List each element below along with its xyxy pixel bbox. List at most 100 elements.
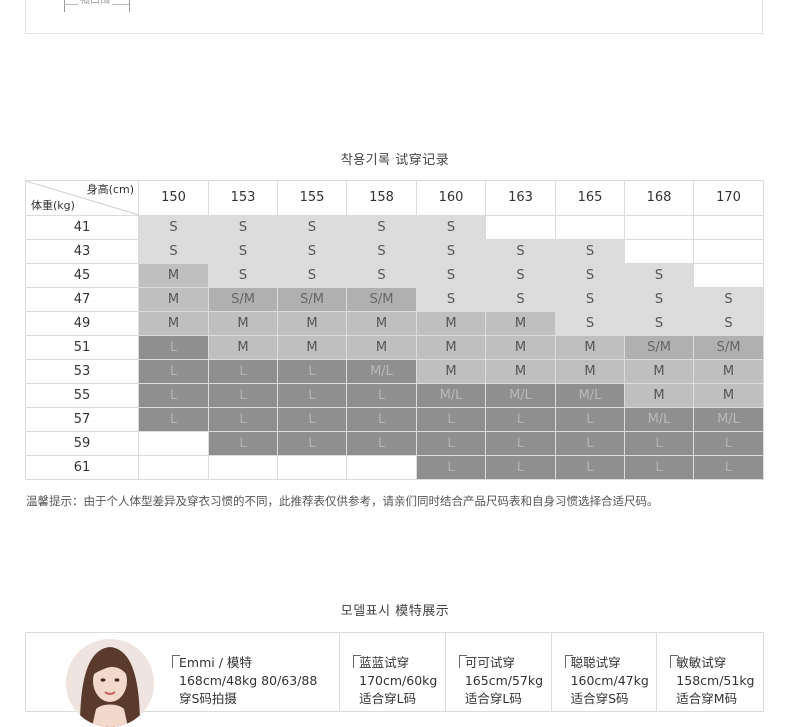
empty-cell	[624, 239, 694, 264]
size-cell: S	[346, 239, 417, 264]
weight-label-cell: 53	[25, 359, 139, 384]
size-cell: S	[277, 239, 347, 264]
size-cell: L	[277, 407, 347, 432]
size-cell: M	[138, 287, 209, 312]
size-cell: L	[416, 431, 486, 456]
empty-cell	[277, 455, 347, 480]
empty-cell	[485, 215, 556, 240]
size-cell: M	[208, 335, 278, 360]
height-header-cell: 160	[416, 180, 486, 216]
size-cell: S/M	[693, 335, 764, 360]
height-header-cell: 170	[693, 180, 764, 216]
weight-label-cell: 57	[25, 407, 139, 432]
size-cell: L	[555, 407, 625, 432]
model-measure: 165cm/57kg	[464, 673, 544, 688]
size-cell: L	[485, 431, 556, 456]
fit-table-row: 41 S S S S S	[25, 215, 764, 240]
size-cell: M	[485, 359, 556, 384]
empty-cell	[693, 239, 764, 264]
size-cell: S	[138, 215, 209, 240]
size-cell: L	[208, 383, 278, 408]
size-cell: M	[138, 311, 209, 336]
size-cell: M	[208, 311, 278, 336]
size-cell: S	[416, 263, 486, 288]
size-cell: M/L	[555, 383, 625, 408]
height-header-cell: 168	[624, 180, 694, 216]
size-cell: L	[138, 383, 209, 408]
weight-label-cell: 45	[25, 263, 139, 288]
size-cell: S	[485, 263, 556, 288]
fit-table-row: 47 M S/M S/M S/M S S S S S	[25, 287, 764, 312]
size-cell: S	[208, 215, 278, 240]
size-cell: M	[485, 335, 556, 360]
size-cell: M	[346, 335, 417, 360]
size-cell: S	[208, 263, 278, 288]
corner-cell: 身高(cm) 体重(kg)	[25, 180, 139, 216]
size-cell: L	[208, 431, 278, 456]
models-strip: Emmi / 模特 168cm/48kg 80/63/88 穿S码拍摄 蓝蓝试穿…	[25, 632, 764, 727]
size-cell: S	[346, 263, 417, 288]
empty-cell	[624, 215, 694, 240]
empty-cell	[555, 215, 625, 240]
fit-table-row: 61 L L L L L	[25, 455, 764, 480]
size-cell: M/L	[416, 383, 486, 408]
weight-label-cell: 51	[25, 335, 139, 360]
size-cell: S	[277, 263, 347, 288]
size-cell: M	[277, 311, 347, 336]
height-header-cell: 165	[555, 180, 625, 216]
top-partial-box: 袖口围	[25, 0, 763, 34]
size-cell: L	[138, 335, 209, 360]
size-cell: S/M	[208, 287, 278, 312]
size-cell: S	[138, 239, 209, 264]
fit-table-row: 57 L L L L L L L M/L M/L	[25, 407, 764, 432]
fit-table-row: 45 M S S S S S S S	[25, 263, 764, 288]
size-cell: S	[624, 311, 694, 336]
fit-table-row: 51 L M M M M M M S/M S/M	[25, 335, 764, 360]
empty-cell	[346, 455, 417, 480]
height-header-cell: 150	[138, 180, 209, 216]
size-cell: S	[555, 239, 625, 264]
size-cell: M/L	[485, 383, 556, 408]
empty-cell	[138, 455, 209, 480]
model-size: 穿S码拍摄	[179, 691, 237, 706]
size-cell: S	[555, 263, 625, 288]
size-cell: L	[346, 383, 417, 408]
size-cell: M	[693, 359, 764, 384]
size-cell: S	[208, 239, 278, 264]
size-cell: S	[346, 215, 417, 240]
size-cell: S	[693, 311, 764, 336]
size-cell: L	[138, 359, 209, 384]
size-cell: S	[416, 215, 486, 240]
model-measure: 170cm/60kg	[359, 673, 438, 688]
size-cell: L	[485, 407, 556, 432]
size-cell: L	[555, 455, 625, 480]
empty-cell	[208, 455, 278, 480]
fit-record-title: 착용기록 试穿记录	[340, 153, 450, 168]
fit-table-row: 49 M M M M M M S S S	[25, 311, 764, 336]
weight-label-cell: 55	[25, 383, 139, 408]
size-cell: M	[346, 311, 417, 336]
model-card-minmin: 敏敏试穿 158cm/51kg 适合穿M码	[657, 633, 763, 711]
weight-axis-label: 体重(kg)	[31, 199, 75, 212]
model-card-emmi: Emmi / 模特 168cm/48kg 80/63/88 穿S码拍摄	[26, 633, 341, 727]
fit-note: 温馨提示：由于个人体型差异及穿衣习惯的不同，此推荐表仅供参考，请亲们同时结合产品…	[26, 494, 659, 508]
size-cell: S/M	[346, 287, 417, 312]
height-axis-label: 身高(cm)	[86, 183, 134, 196]
empty-cell	[693, 263, 764, 288]
empty-cell	[138, 431, 209, 456]
size-cell: L	[416, 455, 486, 480]
size-cell: M	[416, 359, 486, 384]
fit-table-row: 55 L L L L M/L M/L M/L M M	[25, 383, 764, 408]
model-name: Emmi / 模特	[179, 655, 252, 670]
model-name: 聪聪试穿	[570, 655, 621, 670]
size-cell: S	[277, 215, 347, 240]
model-name: 蓝蓝试穿	[359, 655, 410, 670]
weight-label-cell: 41	[25, 215, 139, 240]
size-cell: L	[277, 359, 347, 384]
size-cell: M	[693, 383, 764, 408]
model-card-keke: 可可试穿 165cm/57kg 适合穿L码	[446, 633, 552, 711]
size-cell: L	[138, 407, 209, 432]
model-card-lanlan: 蓝蓝试穿 170cm/60kg 适合穿L码	[340, 633, 446, 711]
size-cell: L	[208, 407, 278, 432]
fit-table-header-row: 身高(cm) 体重(kg) 150 153 155 158 160 163 165 168 170	[25, 180, 764, 216]
